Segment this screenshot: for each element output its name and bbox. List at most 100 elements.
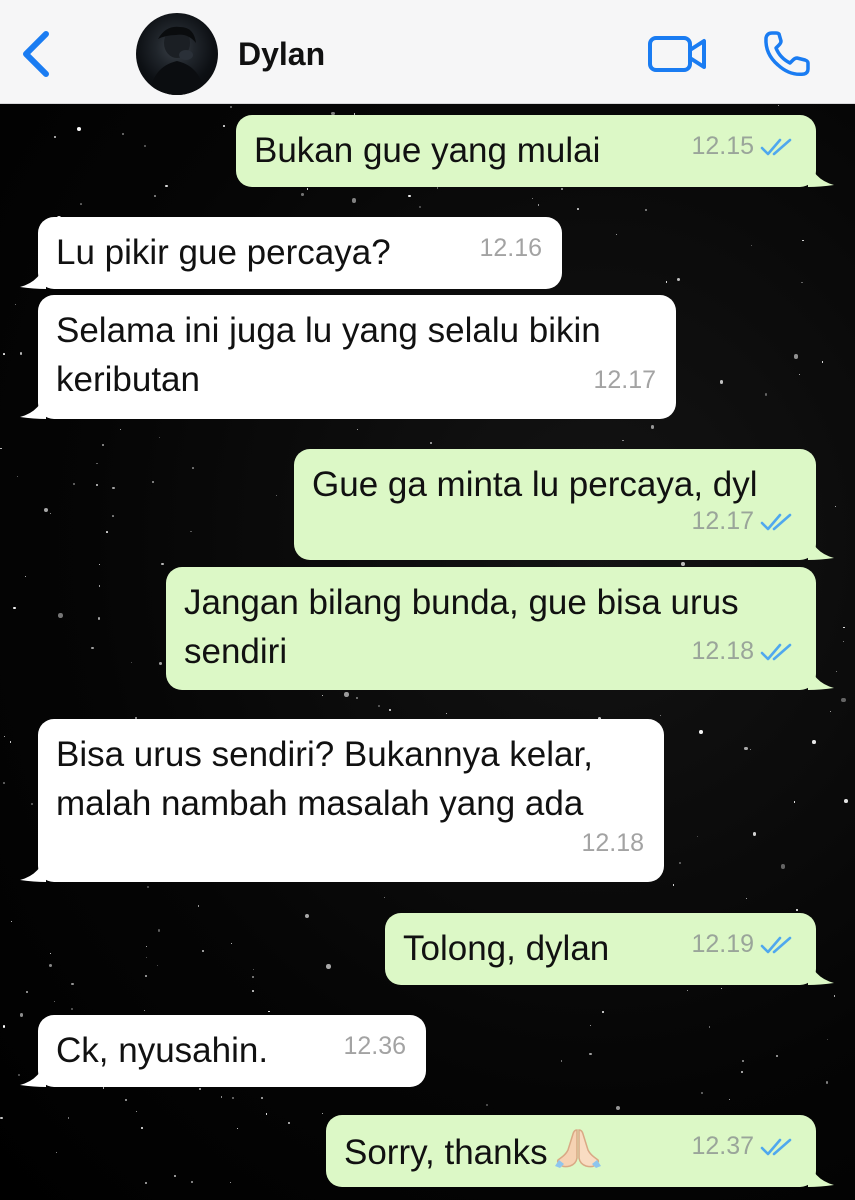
star [796, 909, 799, 912]
star [80, 203, 83, 205]
message-line: Sorry, thanks [344, 1126, 602, 1177]
incoming-message-bubble[interactable]: Selama ini juga lu yang selalu bikin keri… [20, 295, 676, 419]
avatar-photo [150, 26, 204, 95]
folded-hands-icon [554, 1129, 601, 1168]
star [686, 989, 689, 992]
star [260, 1097, 263, 1100]
star [560, 1060, 563, 1062]
message-line: malah nambah masalah yang ada [56, 784, 584, 823]
star [344, 692, 349, 697]
star [590, 1024, 592, 1026]
chat-header: Dylan [0, 0, 855, 104]
incoming-message-bubble[interactable]: Lu pikir gue percaya? 12.16 [20, 217, 562, 289]
star [660, 715, 662, 717]
message-text: Bukan gue yang mulai [254, 126, 600, 175]
star [96, 462, 98, 465]
star [836, 670, 838, 672]
star [300, 193, 304, 197]
outgoing-message-bubble[interactable]: Bukan gue yang mulai 12.15 [236, 115, 834, 187]
star [190, 1181, 193, 1184]
star [197, 905, 200, 907]
star [389, 709, 392, 712]
star [749, 748, 751, 750]
message-meta: 12.16 [479, 224, 542, 273]
star [843, 626, 845, 629]
message-line: Selama ini juga lu yang selalu bikin [56, 311, 601, 350]
star [251, 990, 254, 992]
video-call-button[interactable] [646, 30, 710, 78]
outgoing-message-bubble[interactable]: Sorry, thanks 12.37 [326, 1115, 834, 1187]
read-ticks-icon [760, 513, 792, 530]
bubble-tail [20, 389, 46, 419]
star [102, 443, 105, 446]
star [835, 505, 837, 508]
star [192, 466, 194, 469]
star [720, 988, 723, 990]
star [601, 1011, 604, 1014]
star [26, 990, 29, 994]
message-line: Tolong, dylan [403, 929, 610, 968]
star [696, 836, 698, 838]
star [793, 801, 795, 803]
star [223, 124, 226, 127]
star [73, 482, 75, 485]
message-text: Lu pikir gue percaya? [56, 228, 391, 277]
contact-avatar[interactable] [136, 13, 218, 95]
star [351, 198, 356, 203]
star [144, 1010, 146, 1012]
message-timestamp: 12.36 [343, 1032, 406, 1060]
message-meta: 12.18 [691, 627, 796, 676]
star [158, 436, 161, 438]
back-button[interactable] [14, 26, 58, 82]
star [53, 135, 57, 139]
message-timestamp: 12.18 [691, 637, 754, 665]
star [356, 429, 359, 431]
bubble-tail [20, 1057, 46, 1087]
star [826, 1038, 829, 1041]
star [202, 949, 205, 952]
star [821, 361, 824, 363]
star [44, 507, 49, 512]
outgoing-message-bubble[interactable]: Jangan bilang bunda, gue bisa urus sendir… [166, 567, 834, 690]
star [252, 975, 255, 978]
star [419, 205, 422, 208]
star [777, 105, 779, 107]
incoming-message-bubble[interactable]: Ck, nyusahin. 12.36 [20, 1015, 426, 1087]
star [147, 886, 150, 889]
star [71, 982, 74, 986]
star [141, 1127, 144, 1130]
outgoing-message-bubble[interactable]: Tolong, dylan 12.19 [385, 913, 834, 985]
star [2, 352, 5, 355]
message-meta: 12.18 [581, 819, 644, 868]
message-text: Selama ini juga lu yang selalu bikin keri… [56, 306, 601, 404]
message-timestamp: 12.16 [479, 234, 542, 262]
bubble-tail [20, 259, 46, 289]
message-meta: 12.19 [691, 920, 796, 969]
star [53, 1001, 56, 1003]
star [232, 1097, 235, 1100]
star [165, 185, 168, 188]
star [58, 613, 63, 618]
star [145, 974, 148, 977]
incoming-message-bubble[interactable]: Bisa urus sendiri? Bukannya kelar, malah … [20, 719, 664, 882]
star [436, 187, 439, 190]
star [0, 448, 2, 450]
star [616, 233, 618, 235]
star [19, 351, 23, 355]
star [4, 735, 6, 737]
star [616, 1106, 621, 1111]
star [111, 515, 114, 518]
star [355, 696, 359, 700]
star [798, 374, 800, 376]
outgoing-message-bubble[interactable]: Gue ga minta lu percaya, dyl 12.17 [294, 449, 834, 560]
voice-call-button[interactable] [760, 28, 812, 80]
star [276, 495, 278, 497]
star [152, 480, 155, 483]
star [30, 803, 33, 806]
star [577, 208, 579, 211]
star [145, 957, 147, 959]
contact-name[interactable]: Dylan [238, 36, 325, 73]
star [230, 1182, 232, 1184]
video-camera-icon [648, 36, 706, 72]
star [19, 1013, 24, 1017]
